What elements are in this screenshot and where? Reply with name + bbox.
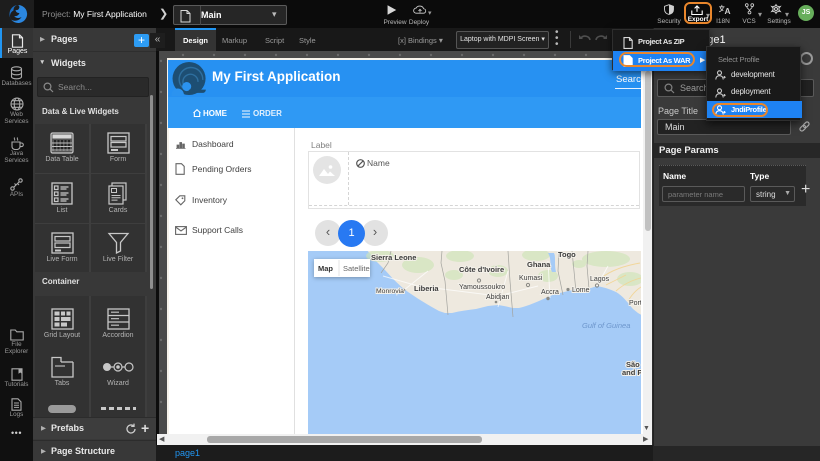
svg-text:Kumasi: Kumasi	[519, 275, 543, 282]
svg-text:Lagos: Lagos	[590, 276, 610, 283]
svg-text:Lome: Lome	[572, 287, 590, 294]
svg-text:Map: Map	[318, 264, 333, 273]
svg-text:Port: Port	[629, 300, 641, 307]
svg-text:Satellite: Satellite	[343, 264, 370, 273]
svg-text:and P: and P	[622, 368, 641, 377]
svg-text:Yamoussoukro: Yamoussoukro	[459, 284, 505, 291]
svg-text:Accra: Accra	[541, 289, 559, 296]
svg-text:Ghana: Ghana	[527, 260, 551, 269]
svg-text:Abidjan: Abidjan	[486, 294, 509, 301]
svg-text:Côte d'Ivoire: Côte d'Ivoire	[459, 265, 504, 274]
svg-text:A: A	[725, 6, 731, 15]
svg-text:Liberia: Liberia	[414, 284, 439, 293]
svg-text:Sierra Leone: Sierra Leone	[371, 253, 416, 262]
svg-text:Togo: Togo	[558, 251, 576, 259]
svg-text:Gulf of Guinea: Gulf of Guinea	[582, 321, 630, 330]
svg-text:Monrovia: Monrovia	[376, 288, 404, 295]
